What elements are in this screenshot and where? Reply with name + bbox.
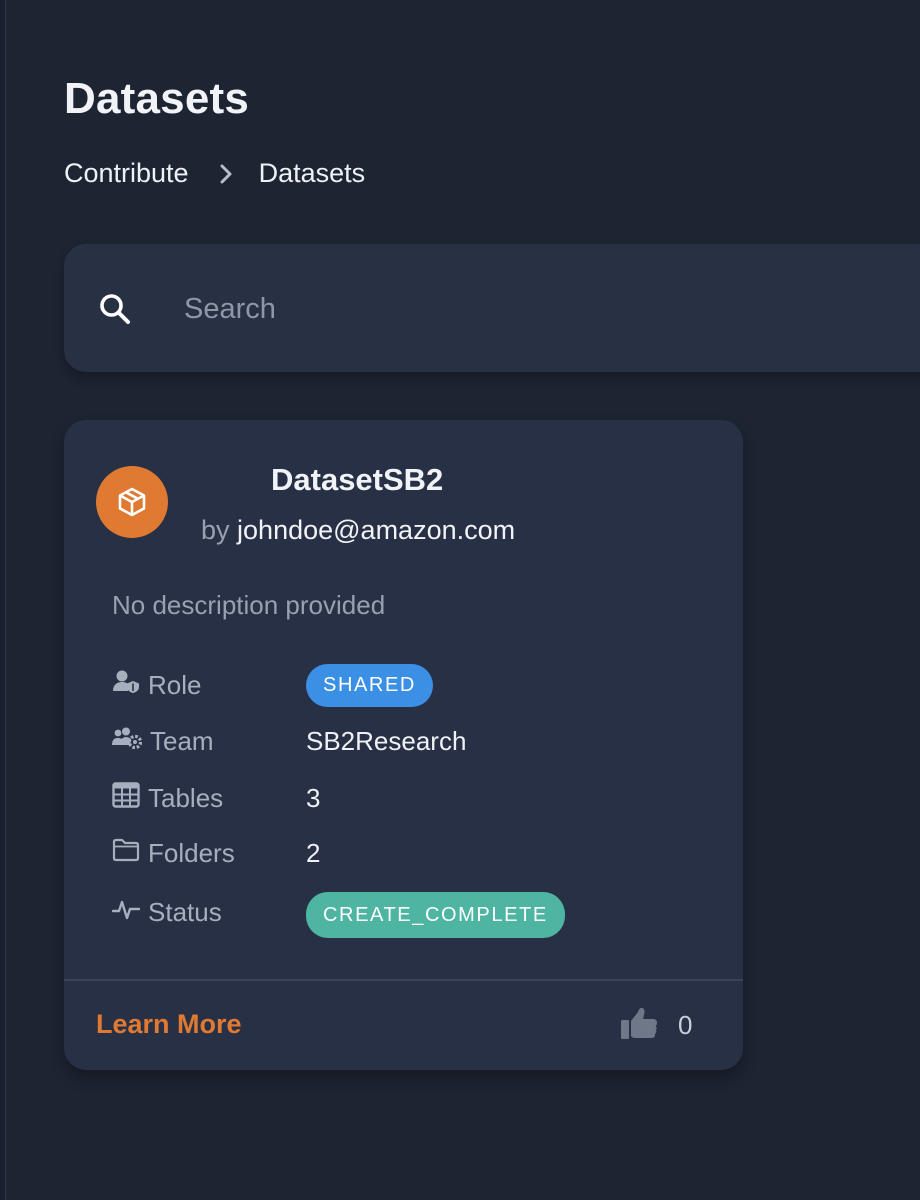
page-title: Datasets <box>64 74 250 123</box>
owner-email: johndoe@amazon.com <box>237 515 516 545</box>
cube-icon <box>96 466 168 538</box>
learn-more-link[interactable]: Learn More <box>96 1009 242 1040</box>
field-role: Role SHARED <box>112 664 433 707</box>
dataset-description: No description provided <box>112 590 386 620</box>
dataset-title[interactable]: DatasetSB2 <box>271 462 443 498</box>
breadcrumb: Contribute Datasets <box>64 158 365 189</box>
breadcrumb-item-contribute[interactable]: Contribute <box>64 158 189 189</box>
owner-prefix: by <box>201 515 230 545</box>
role-badge: SHARED <box>306 664 433 707</box>
field-label-folders: Folders <box>148 838 235 868</box>
dataset-owner: by johndoe@amazon.com <box>201 515 515 546</box>
like-button[interactable]: 0 <box>620 1006 692 1045</box>
field-label-tables: Tables <box>148 783 224 813</box>
thumbs-up-icon <box>620 1006 660 1045</box>
left-border <box>0 0 6 1200</box>
field-folders: Folders 2 <box>112 838 320 869</box>
team-value: SB2Research <box>306 726 467 756</box>
status-badge: CREATE_COMPLETE <box>306 892 565 938</box>
activity-icon <box>111 896 148 929</box>
card-divider <box>64 979 743 981</box>
field-tables: Tables 3 <box>112 782 320 815</box>
user-shield-icon <box>112 669 148 702</box>
users-gear-icon <box>112 726 150 757</box>
table-icon <box>112 782 148 815</box>
field-label-status: Status <box>148 896 222 927</box>
search-input[interactable] <box>182 274 886 344</box>
tables-value: 3 <box>306 783 321 813</box>
breadcrumb-item-datasets: Datasets <box>258 158 366 188</box>
folders-value: 2 <box>306 838 321 868</box>
field-team: Team SB2Research <box>112 726 466 757</box>
chevron-right-icon <box>219 163 233 185</box>
dataset-card: DatasetSB2 by johndoe@amazon.com No desc… <box>64 420 743 1070</box>
field-label-team: Team <box>150 726 214 756</box>
field-status: Status CREATE_COMPLETE <box>111 892 565 938</box>
field-label-role: Role <box>148 670 202 700</box>
like-count: 0 <box>678 1010 693 1040</box>
folder-icon <box>112 838 148 869</box>
search-bar <box>64 244 920 372</box>
search-icon <box>98 292 132 326</box>
